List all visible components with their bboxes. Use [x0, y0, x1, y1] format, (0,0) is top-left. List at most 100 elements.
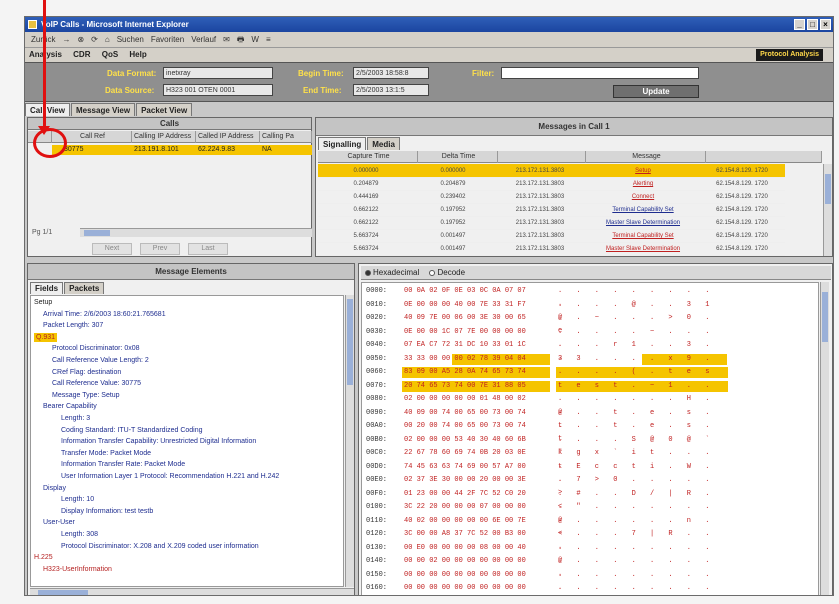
hex-vscroll-thumb[interactable]	[822, 292, 828, 342]
tree-node[interactable]: Display Information: test testb	[61, 507, 153, 516]
tree-node[interactable]: Q.931	[34, 332, 58, 342]
tab-call-view[interactable]: Call View	[25, 103, 70, 116]
hex-line: 00C0: 22 67 78 60 69 74 0B 20 03 0E " g x …	[362, 447, 818, 470]
begin-time-field[interactable]: 2/5/2003 18:58:8	[353, 67, 429, 79]
browser-toolbar-item[interactable]: →	[62, 35, 70, 44]
tree-node[interactable]: User-User	[43, 518, 75, 527]
messages-col-destination[interactable]	[706, 151, 822, 163]
tree-node[interactable]: H.225	[34, 553, 53, 562]
tab-packets[interactable]: Packets	[64, 282, 105, 294]
message-name[interactable]: Terminal Capability Set	[588, 229, 698, 243]
message-row[interactable]: 0.662122 0.197952 213.172.131.3803 Terminal…	[318, 203, 785, 217]
message-name[interactable]: Master Slave Determination	[588, 216, 698, 230]
maximize-button[interactable]: □	[807, 19, 818, 30]
hexadecimal-radio[interactable]	[365, 269, 371, 276]
messages-col-message[interactable]: Message	[586, 151, 706, 163]
minimize-button[interactable]: _	[794, 19, 805, 30]
hex-mode-bar: Hexadecimal Decode	[361, 266, 831, 280]
messages-col-capture-time[interactable]: Capture Time	[318, 151, 418, 163]
call-row[interactable]: 30775 213.191.8.101 62.224.9.83 NA	[52, 145, 312, 155]
message-row[interactable]: 5.663724 0.001497 213.172.131.3803 Master S…	[318, 242, 785, 256]
message-row[interactable]: 0.204879 0.204879 213.172.131.3803 Alerting…	[318, 177, 785, 191]
browser-toolbar-item[interactable]: ⟳	[91, 35, 98, 44]
elements-hscroll[interactable]	[30, 588, 354, 595]
tree-node[interactable]: Length: 308	[61, 530, 98, 539]
tree-node[interactable]: Arrival Time: 2/6/2003 18:60:21.765681	[43, 310, 166, 319]
browser-toolbar-item[interactable]: ⌂	[105, 35, 110, 44]
tab-message-view[interactable]: Message View	[70, 103, 136, 116]
tree-node[interactable]: Call Reference Value: 30775	[52, 379, 141, 388]
message-name[interactable]: Terminal Capability Set	[588, 203, 698, 217]
tree-node[interactable]: Length: 10	[61, 495, 94, 504]
tree-node[interactable]: Bearer Capability	[43, 402, 97, 411]
calls-hscroll-thumb[interactable]	[84, 230, 110, 236]
filter-input[interactable]	[501, 67, 699, 79]
calls-hscroll[interactable]	[80, 228, 312, 237]
messages-col-source[interactable]	[498, 151, 586, 163]
browser-toolbar-item[interactable]: ✉	[223, 35, 230, 44]
hex-bytes: 40 02 00 00 00 00 00 6E 00 7E	[404, 516, 526, 525]
hex-bytes: 74 45 63 63 74 69 00 57 A7 00	[404, 462, 526, 471]
elements-hscroll-thumb[interactable]	[38, 590, 88, 595]
menu-help[interactable]: Help	[129, 50, 146, 59]
message-row[interactable]: 0.000000 0.000000 213.172.131.3803 Setup 62.…	[318, 164, 785, 178]
message-row[interactable]: 5.663724 0.001497 213.172.131.3803 Terminal…	[318, 229, 785, 243]
message-name[interactable]: Master Slave Determination	[588, 242, 698, 256]
tab-signalling[interactable]: Signalling	[318, 137, 367, 150]
hex-offset: 0030:	[366, 327, 388, 336]
browser-toolbar-item[interactable]: ≡	[266, 35, 271, 44]
message-row[interactable]: 0.662122 0.197952 213.172.131.3803 Master S…	[318, 216, 785, 230]
browser-toolbar-item[interactable]: ⊗	[77, 35, 84, 44]
menu-qos[interactable]: QoS	[102, 50, 118, 59]
tree-node[interactable]: CRef Flag: destination	[52, 368, 121, 377]
menu-cdr[interactable]: CDR	[73, 50, 90, 59]
tree-node[interactable]: Display	[43, 484, 66, 493]
next-button[interactable]: Next	[92, 243, 132, 255]
tab-fields[interactable]: Fields	[30, 282, 64, 294]
tree-node[interactable]: Transfer Mode: Packet Mode	[61, 449, 151, 458]
elements-vscroll[interactable]	[345, 295, 354, 587]
message-row[interactable]: 0.444169 0.239402 213.172.131.3803 Connect 6…	[318, 190, 785, 204]
tree-node[interactable]: Protocol Discriminator: X.208 and X.209 …	[61, 542, 259, 551]
message-name[interactable]: Setup	[588, 164, 698, 178]
browser-toolbar-item[interactable]: Favoriten	[151, 35, 184, 44]
browser-toolbar-item[interactable]: W	[251, 35, 259, 44]
tab-packet-view[interactable]: Packet View	[136, 103, 193, 116]
tree-node[interactable]: Protocol Discriminator: 0x08	[52, 344, 140, 353]
message-name[interactable]: Connect	[588, 190, 698, 204]
update-button[interactable]: Update	[613, 85, 699, 98]
data-source-field[interactable]: H323 001 OTEN 0001	[163, 84, 273, 96]
tree-node[interactable]: H323-UserInformation	[43, 565, 112, 574]
prev-button[interactable]: Prev	[140, 243, 180, 255]
calls-col-calling-party[interactable]: Calling Pa	[260, 131, 312, 143]
messages-col-delta-time[interactable]: Delta Time	[418, 151, 498, 163]
data-format-field[interactable]: inetxray	[163, 67, 273, 79]
last-button[interactable]: Last	[188, 243, 228, 255]
tree-node[interactable]: Call Reference Value Length: 2	[52, 356, 149, 365]
tree-node[interactable]: Information Transfer Rate: Packet Mode	[61, 460, 185, 469]
elements-vscroll-thumb[interactable]	[347, 299, 353, 385]
tree-node[interactable]: Packet Length: 307	[43, 321, 103, 330]
messages-vscroll-thumb[interactable]	[825, 174, 831, 204]
close-button[interactable]: ×	[820, 19, 831, 30]
decode-radio[interactable]	[429, 269, 436, 276]
tree-node[interactable]: Message Type: Setup	[52, 391, 120, 400]
browser-toolbar-item[interactable]: 🖶	[237, 35, 245, 44]
tree-node[interactable]: User Information Layer 1 Protocol: Recom…	[61, 472, 279, 481]
tree-node[interactable]: Setup	[34, 298, 52, 307]
tree-node[interactable]: Length: 3	[61, 414, 90, 423]
browser-toolbar-item[interactable]: Verlauf	[191, 35, 216, 44]
messages-vscroll[interactable]	[823, 164, 832, 256]
calls-col-calling-ip[interactable]: Calling IP Address	[132, 131, 196, 143]
message-name[interactable]: Alerting	[588, 177, 698, 191]
message-source: 213.172.131.3803	[515, 233, 565, 239]
browser-toolbar-item[interactable]: Suchen	[117, 35, 144, 44]
tree-node[interactable]: Coding Standard: ITU-T Standardized Codi…	[61, 426, 203, 435]
tree-node[interactable]: Information Transfer Capability: Unrestr…	[61, 437, 256, 446]
messages-tabs: Signalling Media	[318, 137, 401, 150]
end-time-field[interactable]: 2/5/2003 13:1:5	[353, 84, 429, 96]
hex-vscroll[interactable]	[820, 282, 829, 595]
tab-media[interactable]: Media	[367, 137, 400, 150]
hex-offset: 0010:	[366, 300, 388, 309]
calls-col-called-ip[interactable]: Called IP Address	[196, 131, 260, 143]
